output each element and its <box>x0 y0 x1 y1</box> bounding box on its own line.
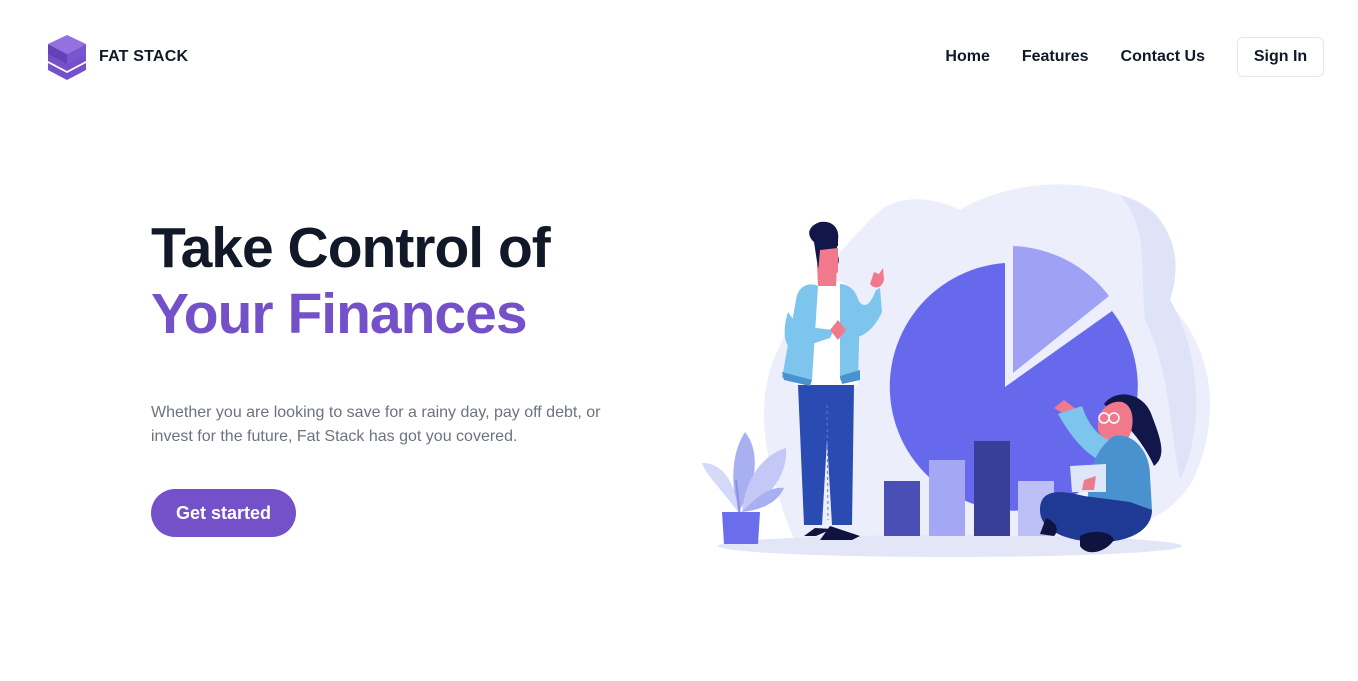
nav-contact-us[interactable]: Contact Us <box>1121 38 1205 76</box>
hero-section: Take Control of Your Finances Whether yo… <box>151 215 621 537</box>
brand-logo[interactable]: FAT STACK <box>46 33 188 81</box>
nav-features[interactable]: Features <box>1022 38 1089 76</box>
get-started-button[interactable]: Get started <box>151 489 296 537</box>
bar-3 <box>974 441 1010 536</box>
hero-title-line1: Take Control of <box>151 216 551 280</box>
brand-name: FAT STACK <box>99 48 189 65</box>
hero-title: Take Control of Your Finances <box>151 215 621 347</box>
hero-title-line2: Your Finances <box>151 282 528 346</box>
main-nav: Home Features Contact Us Sign In <box>945 37 1324 77</box>
bar-1 <box>884 481 920 536</box>
nav-home[interactable]: Home <box>945 38 989 76</box>
finance-team-illustration <box>702 184 1211 557</box>
hero-description: Whether you are looking to save for a ra… <box>151 404 601 445</box>
stacked-layers-icon <box>48 35 86 80</box>
sign-in-button[interactable]: Sign In <box>1237 37 1324 77</box>
bar-2 <box>929 460 965 536</box>
